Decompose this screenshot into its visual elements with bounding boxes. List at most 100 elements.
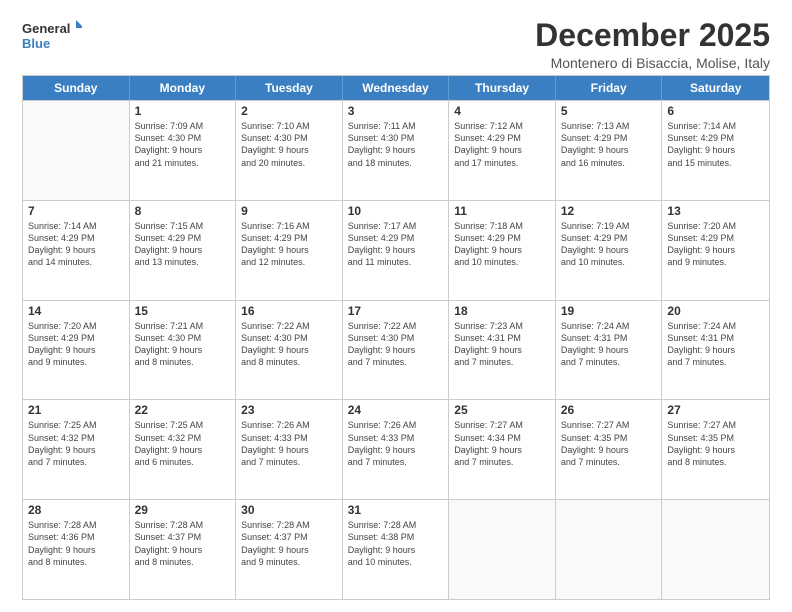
cal-cell: 24Sunrise: 7:26 AM Sunset: 4:33 PM Dayli… bbox=[343, 400, 450, 499]
day-number: 18 bbox=[454, 304, 550, 318]
week-row-1: 7 Sunrise: 7:14 AM Sunset: 4:29 PM Daylig… bbox=[23, 200, 769, 300]
header: General Blue December 2025 Montenero di … bbox=[22, 18, 770, 71]
day-number: 12 bbox=[561, 204, 657, 218]
week-row-3: 21 Sunrise: 7:25 AM Sunset: 4:32 PM Dayli… bbox=[23, 399, 769, 499]
cal-cell: 13Sunrise: 7:20 AM Sunset: 4:29 PM Dayli… bbox=[662, 201, 769, 300]
day-info: Sunrise: 7:28 AM Sunset: 4:38 PM Dayligh… bbox=[348, 519, 444, 568]
cal-cell: 22 Sunrise: 7:25 AM Sunset: 4:32 PM Dayli… bbox=[130, 400, 237, 499]
day-number: 27 bbox=[667, 403, 764, 417]
day-number: 31 bbox=[348, 503, 444, 517]
day-info: Sunrise: 7:11 AM Sunset: 4:30 PM Dayligh… bbox=[348, 120, 444, 169]
cal-cell: 25Sunrise: 7:27 AM Sunset: 4:34 PM Dayli… bbox=[449, 400, 556, 499]
day-info: Sunrise: 7:25 AM Sunset: 4:32 PM Dayligh… bbox=[28, 419, 124, 468]
header-day-friday: Friday bbox=[556, 76, 663, 100]
day-number: 7 bbox=[28, 204, 124, 218]
header-day-sunday: Sunday bbox=[23, 76, 130, 100]
day-number: 1 bbox=[135, 104, 231, 118]
week-row-0: 1 Sunrise: 7:09 AM Sunset: 4:30 PM Daylig… bbox=[23, 100, 769, 200]
logo-svg: General Blue bbox=[22, 18, 82, 54]
cal-cell bbox=[23, 101, 130, 200]
calendar: SundayMondayTuesdayWednesdayThursdayFrid… bbox=[22, 75, 770, 600]
cal-cell: 6Sunrise: 7:14 AM Sunset: 4:29 PM Daylig… bbox=[662, 101, 769, 200]
subtitle: Montenero di Bisaccia, Molise, Italy bbox=[535, 55, 770, 71]
cal-cell bbox=[556, 500, 663, 599]
day-number: 8 bbox=[135, 204, 231, 218]
cal-cell: 9 Sunrise: 7:16 AM Sunset: 4:29 PM Daylig… bbox=[236, 201, 343, 300]
cal-cell: 12 Sunrise: 7:19 AM Sunset: 4:29 PM Dayli… bbox=[556, 201, 663, 300]
day-number: 28 bbox=[28, 503, 124, 517]
cal-cell: 29Sunrise: 7:28 AM Sunset: 4:37 PM Dayli… bbox=[130, 500, 237, 599]
day-info: Sunrise: 7:25 AM Sunset: 4:32 PM Dayligh… bbox=[135, 419, 231, 468]
page: General Blue December 2025 Montenero di … bbox=[0, 0, 792, 612]
day-info: Sunrise: 7:14 AM Sunset: 4:29 PM Dayligh… bbox=[28, 220, 124, 269]
day-info: Sunrise: 7:22 AM Sunset: 4:30 PM Dayligh… bbox=[241, 320, 337, 369]
day-number: 2 bbox=[241, 104, 337, 118]
day-info: Sunrise: 7:20 AM Sunset: 4:29 PM Dayligh… bbox=[28, 320, 124, 369]
day-number: 9 bbox=[241, 204, 337, 218]
cal-cell: 2 Sunrise: 7:10 AM Sunset: 4:30 PM Daylig… bbox=[236, 101, 343, 200]
header-day-wednesday: Wednesday bbox=[343, 76, 450, 100]
cal-cell: 30 Sunrise: 7:28 AM Sunset: 4:37 PM Dayli… bbox=[236, 500, 343, 599]
day-number: 10 bbox=[348, 204, 444, 218]
day-info: Sunrise: 7:23 AM Sunset: 4:31 PM Dayligh… bbox=[454, 320, 550, 369]
header-day-saturday: Saturday bbox=[662, 76, 769, 100]
day-info: Sunrise: 7:28 AM Sunset: 4:37 PM Dayligh… bbox=[241, 519, 337, 568]
cal-cell: 27 Sunrise: 7:27 AM Sunset: 4:35 PM Dayli… bbox=[662, 400, 769, 499]
day-number: 3 bbox=[348, 104, 444, 118]
cal-cell: 11Sunrise: 7:18 AM Sunset: 4:29 PM Dayli… bbox=[449, 201, 556, 300]
header-day-tuesday: Tuesday bbox=[236, 76, 343, 100]
cal-cell: 26Sunrise: 7:27 AM Sunset: 4:35 PM Dayli… bbox=[556, 400, 663, 499]
day-number: 15 bbox=[135, 304, 231, 318]
header-day-monday: Monday bbox=[130, 76, 237, 100]
day-number: 22 bbox=[135, 403, 231, 417]
day-info: Sunrise: 7:27 AM Sunset: 4:35 PM Dayligh… bbox=[667, 419, 764, 468]
day-number: 29 bbox=[135, 503, 231, 517]
day-info: Sunrise: 7:24 AM Sunset: 4:31 PM Dayligh… bbox=[667, 320, 764, 369]
svg-text:Blue: Blue bbox=[22, 36, 50, 51]
day-number: 30 bbox=[241, 503, 337, 517]
svg-text:General: General bbox=[22, 21, 70, 36]
day-number: 16 bbox=[241, 304, 337, 318]
cal-cell: 17Sunrise: 7:22 AM Sunset: 4:30 PM Dayli… bbox=[343, 301, 450, 400]
day-number: 17 bbox=[348, 304, 444, 318]
day-info: Sunrise: 7:10 AM Sunset: 4:30 PM Dayligh… bbox=[241, 120, 337, 169]
day-number: 14 bbox=[28, 304, 124, 318]
cal-cell: 8 Sunrise: 7:15 AM Sunset: 4:29 PM Daylig… bbox=[130, 201, 237, 300]
day-info: Sunrise: 7:15 AM Sunset: 4:29 PM Dayligh… bbox=[135, 220, 231, 269]
cal-cell bbox=[662, 500, 769, 599]
day-info: Sunrise: 7:21 AM Sunset: 4:30 PM Dayligh… bbox=[135, 320, 231, 369]
day-info: Sunrise: 7:19 AM Sunset: 4:29 PM Dayligh… bbox=[561, 220, 657, 269]
calendar-body: 1 Sunrise: 7:09 AM Sunset: 4:30 PM Daylig… bbox=[23, 100, 769, 599]
day-info: Sunrise: 7:12 AM Sunset: 4:29 PM Dayligh… bbox=[454, 120, 550, 169]
day-info: Sunrise: 7:27 AM Sunset: 4:35 PM Dayligh… bbox=[561, 419, 657, 468]
cal-cell: 18 Sunrise: 7:23 AM Sunset: 4:31 PM Dayli… bbox=[449, 301, 556, 400]
day-number: 24 bbox=[348, 403, 444, 417]
cal-cell: 5Sunrise: 7:13 AM Sunset: 4:29 PM Daylig… bbox=[556, 101, 663, 200]
cal-cell: 21 Sunrise: 7:25 AM Sunset: 4:32 PM Dayli… bbox=[23, 400, 130, 499]
cal-cell: 1 Sunrise: 7:09 AM Sunset: 4:30 PM Daylig… bbox=[130, 101, 237, 200]
day-number: 25 bbox=[454, 403, 550, 417]
week-row-4: 28 Sunrise: 7:28 AM Sunset: 4:36 PM Dayli… bbox=[23, 499, 769, 599]
day-number: 19 bbox=[561, 304, 657, 318]
day-info: Sunrise: 7:24 AM Sunset: 4:31 PM Dayligh… bbox=[561, 320, 657, 369]
cal-cell bbox=[449, 500, 556, 599]
logo: General Blue bbox=[22, 18, 82, 54]
cal-cell: 4Sunrise: 7:12 AM Sunset: 4:29 PM Daylig… bbox=[449, 101, 556, 200]
main-title: December 2025 bbox=[535, 18, 770, 53]
day-info: Sunrise: 7:28 AM Sunset: 4:36 PM Dayligh… bbox=[28, 519, 124, 568]
cal-cell: 20 Sunrise: 7:24 AM Sunset: 4:31 PM Dayli… bbox=[662, 301, 769, 400]
day-info: Sunrise: 7:09 AM Sunset: 4:30 PM Dayligh… bbox=[135, 120, 231, 169]
cal-cell: 19 Sunrise: 7:24 AM Sunset: 4:31 PM Dayli… bbox=[556, 301, 663, 400]
week-row-2: 14 Sunrise: 7:20 AM Sunset: 4:29 PM Dayli… bbox=[23, 300, 769, 400]
cal-cell: 31 Sunrise: 7:28 AM Sunset: 4:38 PM Dayli… bbox=[343, 500, 450, 599]
cal-cell: 15 Sunrise: 7:21 AM Sunset: 4:30 PM Dayli… bbox=[130, 301, 237, 400]
cal-cell: 10Sunrise: 7:17 AM Sunset: 4:29 PM Dayli… bbox=[343, 201, 450, 300]
title-block: December 2025 Montenero di Bisaccia, Mol… bbox=[535, 18, 770, 71]
day-number: 20 bbox=[667, 304, 764, 318]
day-number: 21 bbox=[28, 403, 124, 417]
day-info: Sunrise: 7:20 AM Sunset: 4:29 PM Dayligh… bbox=[667, 220, 764, 269]
cal-cell: 23Sunrise: 7:26 AM Sunset: 4:33 PM Dayli… bbox=[236, 400, 343, 499]
day-info: Sunrise: 7:16 AM Sunset: 4:29 PM Dayligh… bbox=[241, 220, 337, 269]
header-day-thursday: Thursday bbox=[449, 76, 556, 100]
cal-cell: 16 Sunrise: 7:22 AM Sunset: 4:30 PM Dayli… bbox=[236, 301, 343, 400]
